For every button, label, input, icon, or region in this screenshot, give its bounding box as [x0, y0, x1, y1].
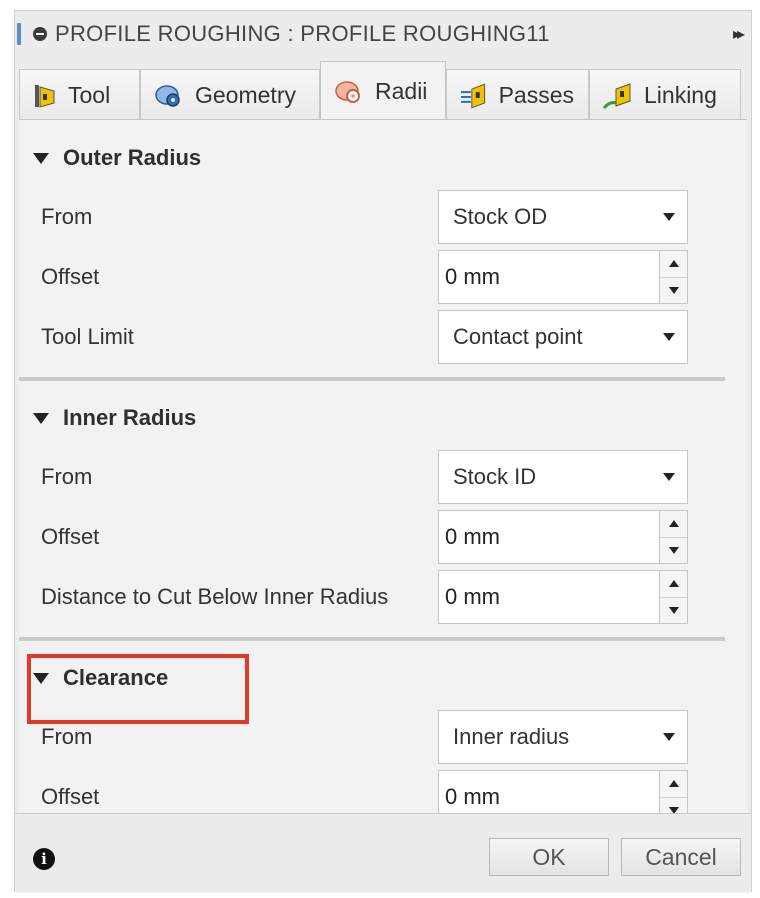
radii-icon: [335, 80, 360, 103]
section-title: Outer Radius: [63, 145, 202, 170]
tab-strip: Tool Geometry Radii Passes Linking: [19, 59, 747, 121]
tab-label: Radii: [375, 78, 428, 104]
inner-radius-header[interactable]: Inner Radius: [33, 400, 196, 436]
input-value: 0 mm: [445, 784, 500, 809]
outer-from-select[interactable]: Stock OD: [438, 190, 688, 244]
tab-passes[interactable]: Passes: [446, 69, 589, 121]
title-bar[interactable]: PROFILE ROUGHING : PROFILE ROUGHING11 ▸▸: [15, 11, 751, 57]
select-value: Stock ID: [453, 464, 537, 489]
tab-tool[interactable]: Tool: [19, 69, 140, 121]
tab-label: Passes: [498, 82, 574, 108]
cancel-button[interactable]: Cancel: [621, 838, 741, 876]
select-value: Contact point: [453, 324, 583, 349]
spin-down-button[interactable]: [660, 596, 687, 623]
clearance-from-label: From: [41, 724, 93, 749]
tab-radii[interactable]: Radii: [320, 61, 446, 121]
drag-handle-icon[interactable]: [17, 23, 21, 45]
distance-below-input[interactable]: 0 mm: [438, 570, 688, 624]
outer-offset-input[interactable]: 0 mm: [438, 250, 688, 304]
distance-below-label: Distance to Cut Below Inner Radius: [41, 584, 389, 609]
section-title: Inner Radius: [63, 405, 197, 430]
spin-up-button[interactable]: [660, 771, 687, 797]
profile-roughing-dialog: PROFILE ROUGHING : PROFILE ROUGHING11 ▸▸…: [14, 10, 752, 893]
tool-limit-label: Tool Limit: [41, 324, 134, 349]
down-arrow-icon: [668, 286, 679, 294]
inner-from-select[interactable]: Stock ID: [438, 450, 688, 504]
select-value: Stock OD: [453, 204, 548, 229]
outer-from-label: From: [41, 204, 93, 229]
collapse-icon[interactable]: [33, 27, 47, 41]
dropdown-caret-icon: [663, 333, 675, 341]
select-value: Inner radius: [453, 724, 570, 749]
spin-down-button[interactable]: [660, 276, 687, 303]
inner-offset-input[interactable]: 0 mm: [438, 510, 688, 564]
section-divider: [19, 637, 725, 641]
input-value: 0 mm: [445, 584, 500, 609]
collapse-triangle-icon[interactable]: [33, 152, 49, 164]
up-arrow-icon: [668, 260, 679, 268]
tool-limit-select[interactable]: Contact point: [438, 310, 688, 364]
input-value: 0 mm: [445, 524, 500, 549]
expand-arrows-icon[interactable]: ▸▸: [733, 24, 745, 44]
down-arrow-icon: [668, 606, 679, 614]
dialog-title: PROFILE ROUGHING : PROFILE ROUGHING11: [55, 21, 550, 46]
dropdown-caret-icon: [663, 473, 675, 481]
spinner-buttons: [659, 571, 687, 623]
inner-offset-label: Offset: [41, 524, 100, 549]
up-arrow-icon: [668, 580, 679, 588]
section-divider: [19, 377, 725, 381]
tab-label: Linking: [644, 82, 717, 108]
inner-from-label: From: [41, 464, 93, 489]
clearance-from-select[interactable]: Inner radius: [438, 710, 688, 764]
linking-icon: [602, 82, 631, 109]
dialog-footer: i OK Cancel: [15, 813, 751, 893]
outer-offset-label: Offset: [41, 264, 100, 289]
up-arrow-icon: [668, 520, 679, 528]
outer-radius-header[interactable]: Outer Radius: [33, 140, 201, 176]
collapse-triangle-icon[interactable]: [33, 412, 49, 424]
spinner-buttons: [659, 511, 687, 563]
spin-down-button[interactable]: [660, 536, 687, 563]
spin-up-button[interactable]: [660, 511, 687, 537]
spin-up-button[interactable]: [660, 571, 687, 597]
dropdown-caret-icon: [663, 733, 675, 741]
down-arrow-icon: [668, 546, 679, 554]
tab-label: Tool: [68, 82, 111, 108]
ok-button[interactable]: OK: [489, 838, 609, 876]
radii-panel: Outer Radius From Stock OD Offset 0 mm T…: [19, 119, 747, 824]
spinner-buttons: [659, 251, 687, 303]
geometry-icon: [155, 84, 180, 107]
tab-geometry[interactable]: Geometry: [140, 69, 320, 121]
tab-linking[interactable]: Linking: [589, 69, 741, 121]
info-icon[interactable]: i: [33, 848, 55, 870]
tool-icon: [35, 84, 55, 108]
spin-up-button[interactable]: [660, 251, 687, 277]
tab-label: Geometry: [195, 82, 296, 108]
passes-icon: [460, 82, 486, 109]
input-value: 0 mm: [445, 264, 500, 289]
up-arrow-icon: [668, 780, 679, 788]
dropdown-caret-icon: [663, 213, 675, 221]
